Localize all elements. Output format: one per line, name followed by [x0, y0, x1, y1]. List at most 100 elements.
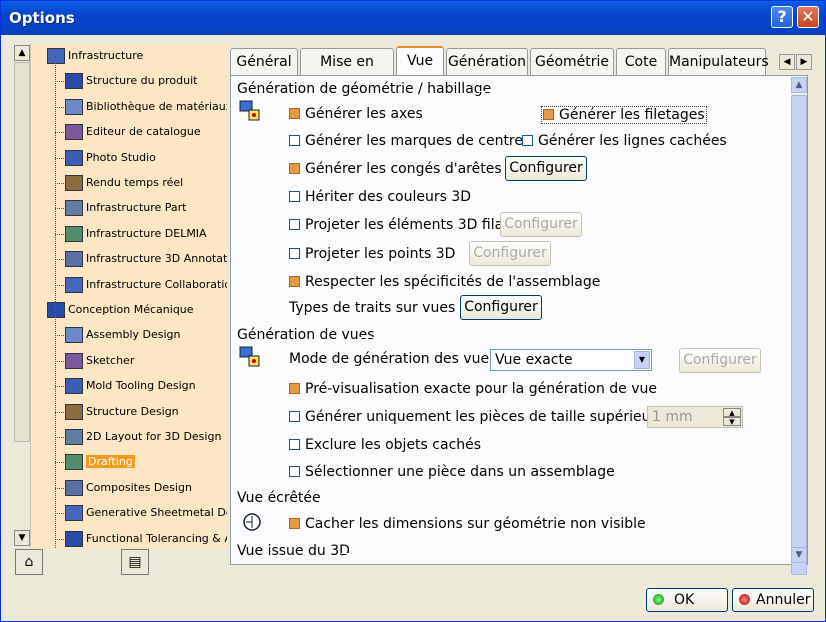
tree-item[interactable]: Infrastructure DELMIA [65, 223, 207, 245]
tree-item[interactable]: Photo Studio [65, 147, 156, 169]
tree-item[interactable]: Rendu temps réel [65, 172, 183, 194]
tree-item-icon [65, 429, 83, 445]
configure-wire-button[interactable]: Configurer [500, 212, 582, 237]
tree-item-icon [65, 175, 83, 191]
ok-icon [653, 594, 664, 605]
tab-manipulateurs[interactable]: Manipulateurs [668, 48, 769, 75]
tree-item[interactable]: Assembly Design [65, 324, 181, 346]
tree-item[interactable]: 2D Layout for 3D Design [65, 426, 221, 448]
configure-mode-button[interactable]: Configurer [679, 348, 761, 373]
tree-item[interactable]: Editeur de catalogue [65, 121, 201, 143]
hidden-lines-checkbox[interactable]: Générer les lignes cachées [522, 133, 727, 149]
section-from3d-title: Vue issue du 3D [237, 543, 350, 559]
tree-node[interactable]: Conception Mécanique [47, 299, 194, 321]
settings-doc-icon[interactable]: ▤ [121, 549, 149, 575]
inherit-colors-checkbox[interactable]: Hériter des couleurs 3D [289, 189, 471, 205]
tree-connector [55, 132, 64, 134]
tree-item-label: Bibliothèque de matériaux [86, 99, 227, 113]
tree-item-label: Rendu temps réel [86, 176, 184, 189]
tab-next-icon[interactable]: ▶ [796, 54, 812, 70]
tree-item[interactable]: Bibliothèque de matériaux [65, 96, 227, 118]
tree-item-label: Generative Sheetmetal Desig [86, 506, 227, 520]
hide-dims-checkbox[interactable]: Cacher les dimensions sur géométrie non … [289, 516, 646, 532]
close-button[interactable]: ✕ [797, 6, 819, 28]
tree-item-label: Composites Design [86, 480, 192, 494]
window-title: Options [9, 9, 75, 27]
tree-item-icon [65, 276, 83, 293]
tree-connector [55, 106, 64, 108]
tree-item[interactable]: Composites Design [65, 477, 192, 499]
generate-axes-checkbox[interactable]: Générer les axes [289, 106, 423, 122]
title-bar[interactable]: Options ? ✕ [1, 1, 825, 35]
tab-general[interactable]: Général [230, 48, 298, 75]
size-only-checkbox[interactable]: Générer uniquement les pièces de taille … [289, 409, 678, 425]
chevron-down-icon[interactable]: ▼ [634, 351, 650, 369]
section-views-title: Génération de vues [237, 327, 375, 343]
tree-connector [55, 183, 64, 184]
generate-threads-checkbox[interactable]: Générer les filetages [541, 106, 707, 124]
tree-item[interactable]: Functional Tolerancing & Ann [65, 528, 227, 548]
content-scroll-thumb[interactable] [791, 95, 807, 575]
tab-geometrie[interactable]: Géométrie [530, 48, 614, 75]
tab-generation[interactable]: Génération [446, 48, 528, 75]
tree-item-label: Infrastructure 3D Annotation [86, 252, 227, 266]
content-scroll-down-icon[interactable]: ▼ [791, 547, 807, 563]
help-button[interactable]: ? [771, 6, 793, 28]
tab-prev-icon[interactable]: ◀ [779, 54, 795, 70]
scroll-thumb[interactable] [14, 62, 30, 442]
tab-vue[interactable]: Vue [396, 46, 444, 76]
assembly-specs-checkbox[interactable]: Respecter les spécificités de l'assembla… [289, 274, 600, 290]
tree-item-icon [65, 225, 83, 242]
fillets-checkbox[interactable]: Générer les congés d'arêtes [289, 161, 502, 177]
project-points-checkbox[interactable]: Projeter les points 3D [289, 246, 455, 262]
divider [359, 337, 763, 338]
tree-item-icon [65, 73, 83, 90]
tree-item-label: Sketcher [86, 353, 135, 367]
tree-connector [55, 56, 56, 548]
tree-item-label: Mold Tooling Design [86, 379, 196, 393]
home-icon[interactable]: ⌂ [15, 549, 43, 575]
ok-button[interactable]: OK [646, 588, 728, 612]
configure-line-types-button[interactable]: Configurer [460, 295, 542, 320]
tree-item-icon [65, 479, 83, 496]
content-scroll-up-icon[interactable]: ▲ [791, 77, 807, 93]
tree-item-label: Assembly Design [86, 328, 181, 342]
configure-points-button[interactable]: Configurer [469, 241, 551, 266]
tree-item-icon [65, 251, 83, 268]
exact-preview-checkbox[interactable]: Pré-visualisation exacte pour la générat… [289, 381, 657, 397]
tree-connector [55, 360, 64, 362]
tree-connector [55, 513, 64, 515]
tree-connector [55, 157, 64, 159]
tree-item[interactable]: Generative Sheetmetal Desig [65, 502, 227, 524]
configure-fillets-button[interactable]: Configurer [505, 156, 587, 181]
select-part-checkbox[interactable]: Sélectionner une pièce dans un assemblag… [289, 464, 615, 480]
spin-up-icon[interactable]: ▲ [723, 408, 741, 417]
scroll-down-icon[interactable]: ▼ [14, 530, 30, 546]
generation-mode-select[interactable]: Vue exacte ▼ [490, 349, 652, 371]
tree-item[interactable]: Drafting [65, 451, 135, 473]
tab-mise-en-page[interactable]: Mise en page [300, 48, 394, 96]
tree-item[interactable]: Infrastructure Collaboration [65, 274, 227, 296]
spin-down-icon[interactable]: ▼ [723, 417, 741, 426]
tree-item[interactable]: Infrastructure Part [65, 197, 186, 219]
center-marks-checkbox[interactable]: Générer les marques de centre [289, 133, 523, 149]
tree-item[interactable]: Sketcher [65, 350, 134, 372]
cancel-button[interactable]: Annuler [732, 588, 814, 612]
tree-item-label: Editeur de catalogue [86, 125, 201, 139]
size-spinner[interactable]: 1 mm ▲ ▼ [647, 406, 743, 428]
tree-item[interactable]: Structure du produit [65, 70, 197, 92]
tree-item-icon [65, 530, 83, 547]
tree-item[interactable]: Infrastructure 3D Annotation [65, 248, 227, 270]
divider [341, 553, 763, 554]
tree-connector [55, 462, 64, 464]
tree-node[interactable]: Infrastructure [47, 45, 143, 67]
content-scrollbar[interactable]: ▲ ▼ [791, 77, 807, 575]
tree-scrollbar[interactable]: ▲ ▼ [13, 44, 31, 548]
scroll-up-icon[interactable]: ▲ [14, 45, 30, 61]
tab-cote[interactable]: Cote [616, 48, 666, 75]
tree-item[interactable]: Mold Tooling Design [65, 375, 196, 397]
tree-connector [55, 538, 64, 540]
project-wire-checkbox[interactable]: Projeter les éléments 3D filaires [289, 217, 528, 233]
tree-item[interactable]: Structure Design [65, 401, 179, 423]
exclude-hidden-checkbox[interactable]: Exclure les objets cachés [289, 437, 481, 453]
